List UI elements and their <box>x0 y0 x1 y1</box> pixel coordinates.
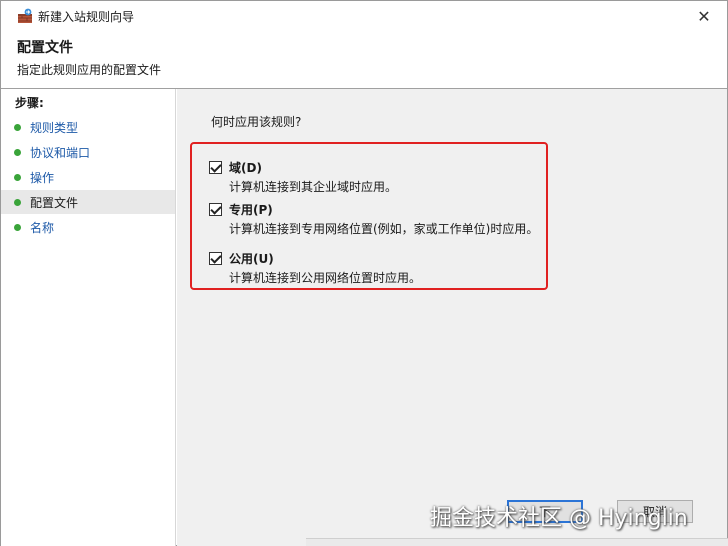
step-label: 操作 <box>30 170 55 185</box>
question-text: 何时应用该规则? <box>211 115 302 129</box>
background-window-strip <box>306 538 728 546</box>
page-subtitle: 指定此规则应用的配置文件 <box>17 63 162 77</box>
step-action[interactable]: 操作 <box>1 165 175 189</box>
step-label: 配置文件 <box>30 195 79 210</box>
step-label: 名称 <box>30 220 55 235</box>
wizard-header: 配置文件 指定此规则应用的配置文件 <box>1 33 727 87</box>
page-title: 配置文件 <box>17 40 73 56</box>
private-checkbox[interactable] <box>209 203 222 216</box>
step-name[interactable]: 名称 <box>1 215 175 239</box>
window-title: 新建入站规则向导 <box>38 10 135 24</box>
content-panel: 何时应用该规则? 域(D) 计算机连接到其企业域时应用。 专用(P) 计算机连接… <box>177 89 727 546</box>
step-status-dot-icon <box>14 173 21 181</box>
close-icon: ✕ <box>697 6 711 26</box>
close-button[interactable]: ✕ <box>681 1 727 31</box>
step-status-dot-icon <box>14 148 21 156</box>
firewall-app-icon <box>18 8 32 23</box>
option-label: 专用(P) <box>229 203 273 217</box>
steps-heading: 步骤: <box>15 96 44 110</box>
steps-panel: 步骤: 规则类型 协议和端口 操作 配置文件 名称 <box>1 89 176 546</box>
step-rule-type[interactable]: 规则类型 <box>1 115 175 139</box>
step-label: 规则类型 <box>30 120 79 135</box>
option-label: 公用(U) <box>229 252 274 266</box>
domain-checkbox[interactable] <box>209 161 222 174</box>
option-description: 计算机连接到专用网络位置(例如，家或工作单位)时应用。 <box>229 222 539 236</box>
watermark-text: 掘金技术社区 @ Hyinglin <box>430 506 688 531</box>
public-checkbox[interactable] <box>209 252 222 265</box>
option-description: 计算机连接到其企业域时应用。 <box>229 180 398 194</box>
step-label: 协议和端口 <box>30 145 91 160</box>
step-status-dot-icon <box>14 123 21 131</box>
step-profile[interactable]: 配置文件 <box>1 190 175 214</box>
wizard-dialog: 新建入站规则向导 ✕ 配置文件 指定此规则应用的配置文件 步骤: 规则类型 协议… <box>0 0 728 546</box>
option-description: 计算机连接到公用网络位置时应用。 <box>229 271 422 285</box>
step-status-dot-icon <box>14 223 21 231</box>
step-status-dot-icon <box>14 198 21 206</box>
title-bar: 新建入站规则向导 ✕ <box>1 1 727 33</box>
step-protocol-ports[interactable]: 协议和端口 <box>1 140 175 164</box>
option-label: 域(D) <box>229 161 262 175</box>
